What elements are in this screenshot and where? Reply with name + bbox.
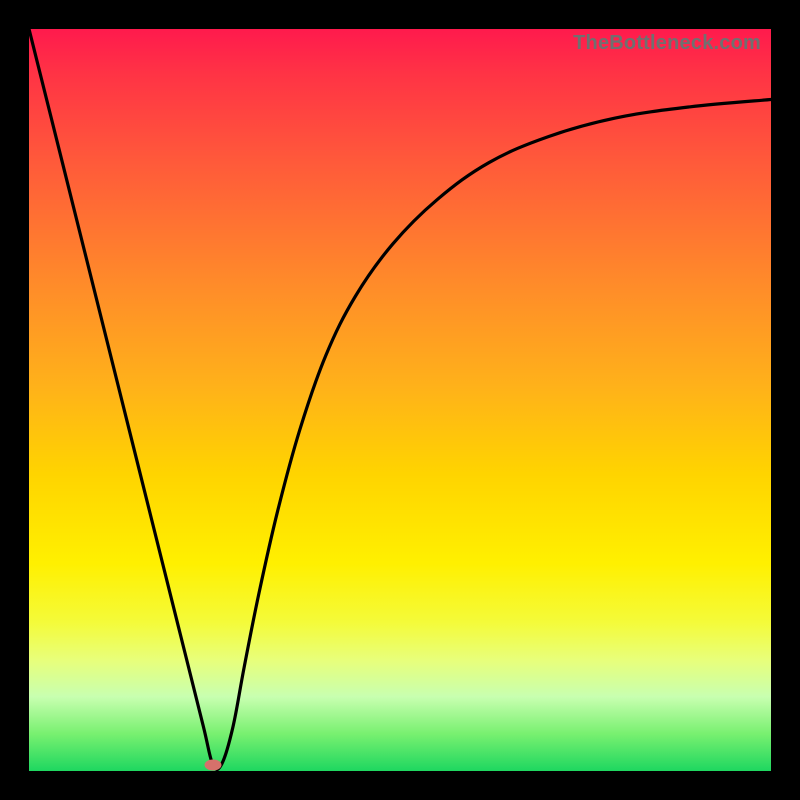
chart-plot-area: TheBottleneck.com <box>29 29 771 771</box>
watermark-text: TheBottleneck.com <box>573 33 761 53</box>
curve-minimum-marker <box>205 760 222 771</box>
chart-frame: TheBottleneck.com <box>0 0 800 800</box>
chart-curve <box>29 29 771 771</box>
curve-path <box>29 29 771 769</box>
